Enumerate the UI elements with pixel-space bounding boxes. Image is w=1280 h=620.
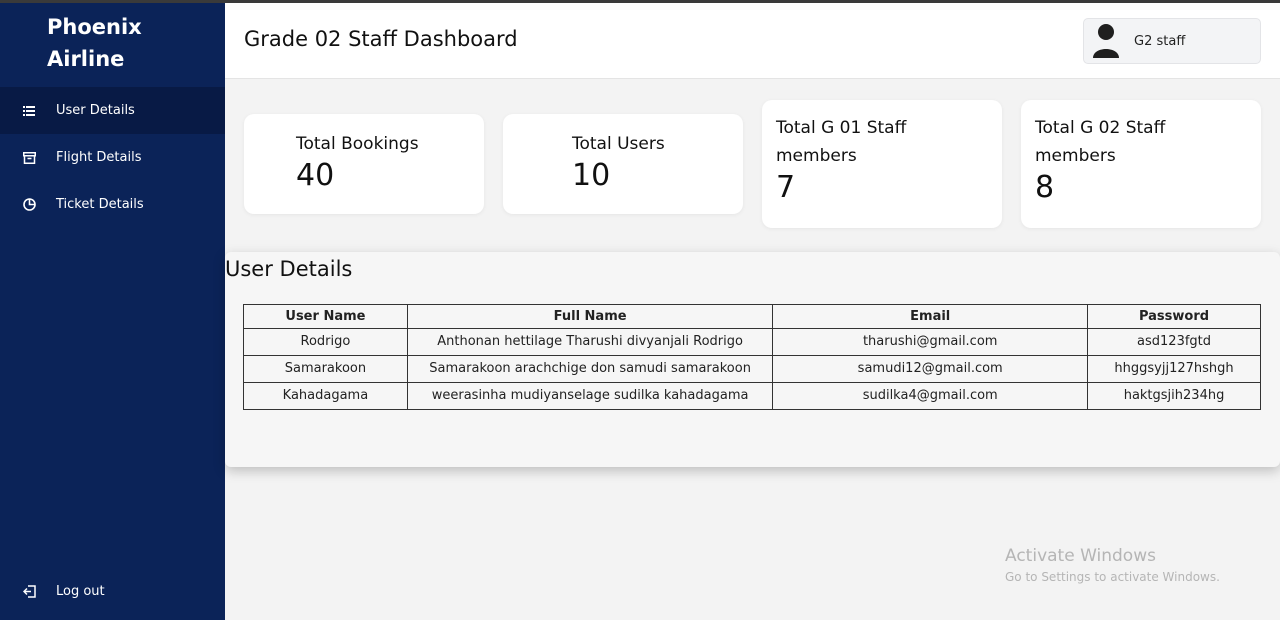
table-row: Kahadagama weerasinha mudiyanselage sudi… bbox=[243, 382, 1261, 410]
sidebar-item-flight-details[interactable]: Flight Details bbox=[0, 134, 225, 181]
section-title: User Details bbox=[225, 257, 353, 281]
sidebar-item-ticket-details[interactable]: Ticket Details bbox=[0, 181, 225, 228]
stat-value: 7 bbox=[776, 170, 796, 205]
column-header: Password bbox=[1087, 304, 1261, 329]
sidebar-item-label: Flight Details bbox=[56, 150, 142, 165]
column-header: Email bbox=[772, 304, 1089, 329]
page-title: Grade 02 Staff Dashboard bbox=[244, 27, 518, 51]
brand-line-1: Phoenix bbox=[47, 15, 142, 39]
sidebar-nav: User Details Flight Details Ticket Detai… bbox=[0, 87, 225, 228]
activation-watermark-subtitle: Go to Settings to activate Windows. bbox=[1005, 570, 1220, 584]
avatar-icon bbox=[1092, 23, 1120, 59]
sidebar-item-label: User Details bbox=[56, 103, 135, 118]
logout-button[interactable]: Log out bbox=[0, 571, 225, 611]
stat-label: Total Users bbox=[572, 134, 665, 154]
list-icon bbox=[22, 104, 36, 118]
table-row: Rodrigo Anthonan hettilage Tharushi divy… bbox=[243, 328, 1261, 356]
top-header: Grade 02 Staff Dashboard G2 staff bbox=[225, 3, 1280, 79]
stat-value: 40 bbox=[296, 158, 335, 193]
brand-line-2: Airline bbox=[47, 47, 125, 71]
user-details-panel: User Details User Name Full Name Email P… bbox=[225, 252, 1280, 467]
column-header: User Name bbox=[243, 304, 408, 329]
user-table: User Name Full Name Email Password Rodri… bbox=[243, 304, 1261, 410]
stat-card-g02-staff: Total G 02 Staff members 8 bbox=[1021, 100, 1261, 228]
pie-chart-icon bbox=[22, 198, 36, 212]
stat-label: Total Bookings bbox=[296, 134, 419, 154]
password-cell: haktgsjih234hg bbox=[1087, 382, 1261, 410]
brand-logo-text: Phoenix Airline bbox=[47, 11, 142, 75]
sidebar-item-user-details[interactable]: User Details bbox=[0, 87, 225, 134]
stat-label: Total G 02 Staff members bbox=[1035, 118, 1166, 166]
stat-label: Total G 01 Staff members bbox=[776, 118, 907, 166]
logout-label: Log out bbox=[56, 583, 105, 599]
full-name-cell: weerasinha mudiyanselage sudilka kahadag… bbox=[406, 382, 774, 410]
stat-value: 10 bbox=[572, 158, 611, 193]
stat-value: 8 bbox=[1035, 170, 1055, 205]
stat-card-g01-staff: Total G 01 Staff members 7 bbox=[762, 100, 1002, 228]
user-name-cell: Samarakoon bbox=[243, 355, 408, 383]
password-cell: asd123fgtd bbox=[1087, 328, 1261, 356]
sidebar-item-label: Ticket Details bbox=[56, 197, 144, 212]
window-top-border bbox=[0, 0, 1280, 3]
user-profile-chip[interactable]: G2 staff bbox=[1083, 18, 1261, 64]
logout-icon bbox=[22, 584, 36, 598]
user-name-cell: Kahadagama bbox=[243, 382, 408, 410]
table-header-row: User Name Full Name Email Password bbox=[243, 304, 1261, 329]
full-name-cell: Samarakoon arachchige don samudi samarak… bbox=[406, 355, 774, 383]
archive-icon bbox=[22, 151, 36, 165]
sidebar: Phoenix Airline User Details Flight Deta… bbox=[0, 3, 225, 620]
password-cell: hhggsyjj127hshgh bbox=[1087, 355, 1261, 383]
full-name-cell: Anthonan hettilage Tharushi divyanjali R… bbox=[406, 328, 774, 356]
user-name-cell: Rodrigo bbox=[243, 328, 408, 356]
stat-card-total-bookings: Total Bookings 40 bbox=[244, 114, 484, 214]
email-cell: sudilka4@gmail.com bbox=[772, 382, 1089, 410]
user-name: G2 staff bbox=[1134, 33, 1186, 49]
table-row: Samarakoon Samarakoon arachchige don sam… bbox=[243, 355, 1261, 383]
email-cell: tharushi@gmail.com bbox=[772, 328, 1089, 356]
column-header: Full Name bbox=[406, 304, 774, 329]
stat-card-total-users: Total Users 10 bbox=[503, 114, 743, 214]
activation-watermark-title: Activate Windows bbox=[1005, 546, 1156, 566]
email-cell: samudi12@gmail.com bbox=[772, 355, 1089, 383]
